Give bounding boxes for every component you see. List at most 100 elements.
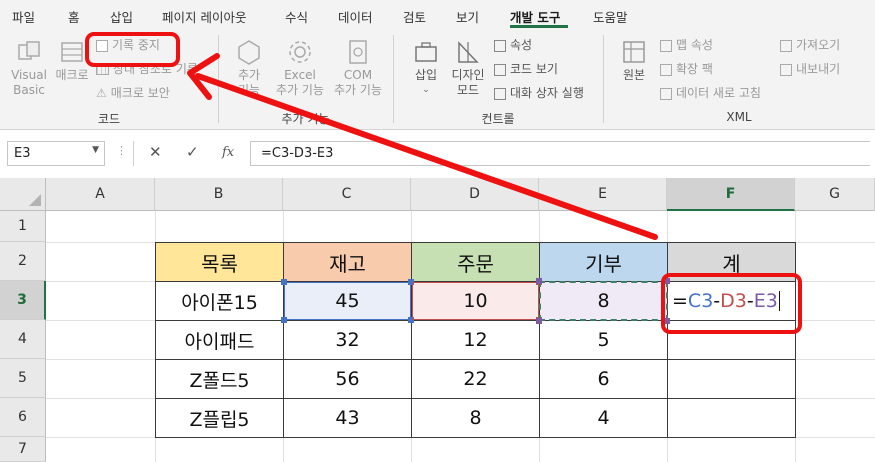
column-header-c[interactable]: C	[283, 178, 411, 211]
insert-control-label: 삽입	[414, 68, 438, 82]
row-header-2[interactable]: 2	[0, 242, 46, 281]
tab-page-layout[interactable]: 페이지 레이아웃	[162, 7, 246, 26]
import-label: 가져오기	[796, 38, 841, 52]
formula-text: =C3-D3-E3	[261, 146, 334, 161]
annotation-highlight-formula-cell	[661, 273, 802, 334]
visual-basic-label: Visual Basic	[11, 68, 47, 97]
active-tab-indicator	[510, 25, 568, 28]
row-header-4[interactable]: 4	[0, 320, 46, 359]
column-header-e[interactable]: E	[539, 178, 667, 211]
cancel-icon[interactable]: ✕	[149, 143, 162, 161]
import-button[interactable]: 가져오기	[780, 38, 840, 53]
properties-icon	[494, 39, 506, 52]
name-box-value: E3	[14, 146, 31, 161]
name-box[interactable]: E3 ▼	[7, 141, 105, 166]
export-label: 내보내기	[796, 62, 841, 76]
cell-b4[interactable]: 아이패드	[155, 320, 284, 360]
tab-help[interactable]: 도움말	[593, 7, 628, 26]
resize-handle[interactable]	[536, 318, 542, 324]
column-header-d[interactable]: D	[411, 178, 539, 211]
cell-b3[interactable]: 아이폰15	[155, 281, 284, 321]
tab-insert[interactable]: 삽입	[110, 7, 133, 26]
row-header-5[interactable]: 5	[0, 359, 46, 398]
header-cell-stock[interactable]: 재고	[283, 242, 412, 282]
tab-file[interactable]: 파일	[12, 7, 35, 26]
macro-icon	[61, 42, 83, 62]
tab-home[interactable]: 홈	[68, 7, 80, 26]
addins-label: 추가 기능	[237, 68, 261, 97]
properties-button[interactable]: 속성	[494, 38, 532, 53]
controls-group-label: 컨트롤	[481, 112, 515, 126]
view-code-icon	[494, 63, 506, 76]
export-button[interactable]: 내보내기	[780, 62, 840, 77]
formula-buttons: ✕ ✓ fx	[133, 141, 249, 166]
visual-basic-button[interactable]: Visual Basic	[6, 38, 52, 98]
cell-c5[interactable]: 56	[283, 359, 412, 399]
column-header-f[interactable]: F	[667, 178, 795, 211]
insert-control-button[interactable]: 삽입 ⌄	[406, 38, 446, 98]
formula-input[interactable]: =C3-D3-E3	[250, 141, 870, 166]
reference-highlight-d3	[412, 282, 539, 320]
xml-source-icon	[623, 41, 645, 63]
chevron-down-icon: ⌄	[422, 85, 430, 95]
warning-icon: ⚠	[96, 86, 107, 100]
expansion-packs-button[interactable]: 확장 팩	[660, 62, 713, 77]
cell-f5[interactable]	[667, 359, 796, 399]
row-header-3[interactable]: 3	[0, 281, 46, 320]
enter-icon[interactable]: ✓	[186, 143, 199, 161]
header-cell-donation[interactable]: 기부	[539, 242, 668, 282]
cell-b5[interactable]: Z폴드5	[155, 359, 284, 399]
tab-view[interactable]: 보기	[456, 7, 479, 26]
visual-basic-icon	[18, 41, 40, 60]
column-header-a[interactable]: A	[46, 178, 155, 211]
cell-e6[interactable]: 4	[539, 398, 668, 438]
tab-formulas[interactable]: 수식	[285, 7, 308, 26]
cell-d5[interactable]: 22	[411, 359, 540, 399]
row-header-6[interactable]: 6	[0, 398, 46, 437]
cell-f6[interactable]	[667, 398, 796, 438]
com-addins-button[interactable]: COM 추가 기능	[330, 38, 386, 98]
row-header-7[interactable]: 7	[0, 437, 46, 462]
tab-developer[interactable]: 개발 도구	[510, 7, 560, 26]
header-cell-order[interactable]: 주문	[411, 242, 540, 282]
annotation-highlight-record-stop	[85, 32, 180, 67]
more-dots-icon: ⋮	[116, 144, 127, 157]
import-icon	[780, 39, 792, 52]
cell-c4[interactable]: 32	[283, 320, 412, 360]
insert-function-icon[interactable]: fx	[222, 145, 234, 160]
row-header-1[interactable]: 1	[0, 211, 46, 242]
xml-source-label: 원본	[622, 68, 646, 82]
select-all-corner[interactable]	[0, 178, 46, 211]
cell-e5[interactable]: 6	[539, 359, 668, 399]
resize-handle[interactable]	[281, 317, 287, 323]
expansion-packs-label: 확장 팩	[676, 62, 713, 76]
cell-c6[interactable]: 43	[283, 398, 412, 438]
chevron-down-icon[interactable]: ▼	[92, 145, 99, 155]
tab-data[interactable]: 데이터	[338, 7, 373, 26]
com-addins-label: COM 추가 기능	[334, 68, 382, 97]
excel-addins-button[interactable]: Excel 추가 기능	[272, 38, 328, 98]
excel-addins-label: Excel 추가 기능	[276, 68, 324, 97]
view-code-label: 코드 보기	[510, 62, 558, 76]
column-header-g[interactable]: G	[795, 178, 875, 211]
cell-b6[interactable]: Z플립5	[155, 398, 284, 438]
design-mode-button[interactable]: 디자인 모드	[448, 38, 488, 98]
menu-bar: 파일 홈 삽입 페이지 레이아웃 수식 데이터 검토 보기 개발 도구 도움말	[0, 0, 875, 30]
tab-review[interactable]: 검토	[403, 7, 426, 26]
addins-icon	[238, 40, 260, 65]
toolbox-icon	[415, 42, 437, 62]
header-cell-list[interactable]: 목록	[155, 242, 284, 282]
cell-d4[interactable]: 12	[411, 320, 540, 360]
cell-e4[interactable]: 5	[539, 320, 668, 360]
addins-button[interactable]: 추가 기능	[226, 38, 272, 98]
map-properties-button[interactable]: 맵 속성	[660, 38, 713, 53]
column-header-b[interactable]: B	[155, 178, 283, 211]
view-code-button[interactable]: 코드 보기	[494, 62, 558, 77]
cell-d6[interactable]: 8	[411, 398, 540, 438]
run-dialog-button[interactable]: 대화 상자 실행	[494, 86, 584, 101]
refresh-data-button[interactable]: 데이터 새로 고침	[660, 86, 761, 101]
xml-source-button[interactable]: 원본	[614, 38, 654, 83]
macro-security-button[interactable]: ⚠ 매크로 보안	[96, 86, 170, 101]
resize-handle[interactable]	[281, 279, 287, 285]
resize-handle[interactable]	[536, 278, 542, 284]
